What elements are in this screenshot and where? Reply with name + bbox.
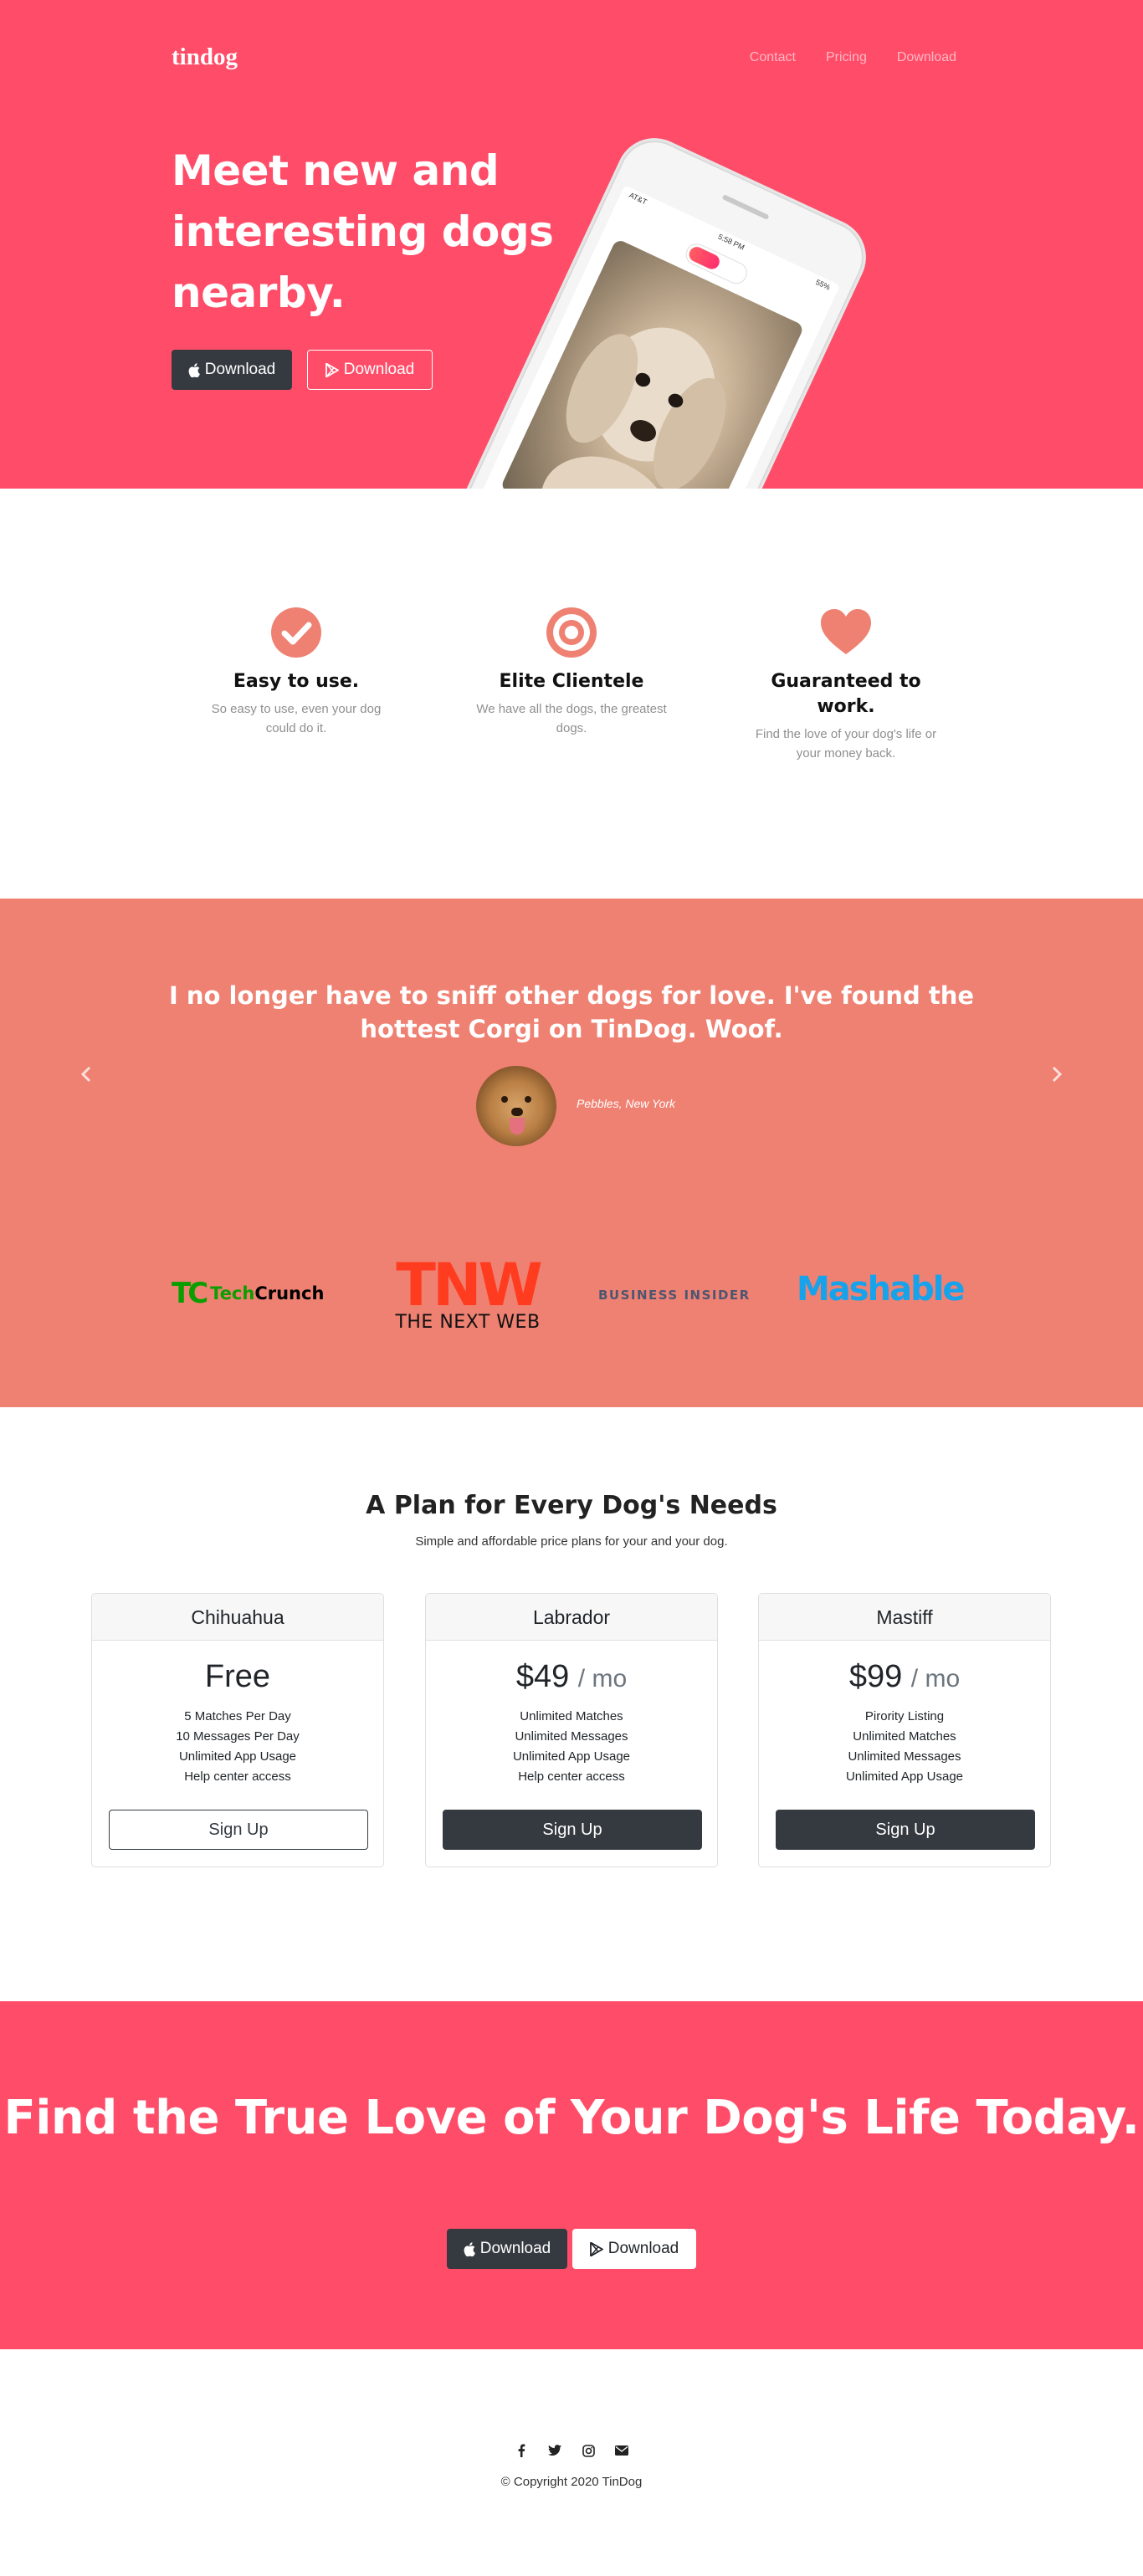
cta-section: Find the True Love of Your Dog's Life To… (0, 2001, 1143, 2349)
chevron-right-icon (1052, 1066, 1063, 1083)
business-insider-logo: BUSINESS INSIDER (598, 1288, 751, 1303)
plan-feature: 5 Matches Per Day (184, 1709, 291, 1723)
plan-feature: Help center access (518, 1769, 625, 1784)
carousel-next-button[interactable] (1044, 1058, 1069, 1091)
google-play-download-button[interactable]: Download (307, 350, 433, 390)
plan-feature: Unlimited Matches (520, 1709, 623, 1723)
phone-battery: 55% (814, 277, 832, 292)
tnw-logo: TNW THE NEXT WEB (395, 1251, 542, 1333)
social-links (0, 2443, 1143, 2458)
pricing-section: A Plan for Every Dog's Needs Simple and … (0, 1407, 1143, 2001)
plan-price: Free (204, 1659, 271, 1694)
plan-feature: Pirority Listing (864, 1709, 945, 1723)
title-section: tindog Contact Pricing Download Meet new… (0, 0, 1143, 489)
features-section: Easy to use. So easy to use, even your d… (0, 489, 1143, 899)
google-play-icon (325, 362, 339, 377)
cta-apple-download-label: Download (479, 2240, 551, 2257)
plan-feature: Unlimited App Usage (178, 1749, 297, 1764)
plan-name: Mastiff (759, 1594, 1050, 1641)
cta-apple-download-button[interactable]: Download (447, 2229, 567, 2269)
google-play-download-label: Download (343, 361, 415, 378)
sign-up-button[interactable]: Sign Up (776, 1810, 1035, 1850)
techcrunch-logo: TC TechCrunch (172, 1277, 325, 1310)
pricing-title: A Plan for Every Dog's Needs (366, 1491, 777, 1520)
twitter-icon[interactable] (547, 2443, 562, 2458)
plan-feature: Unlimited Messages (515, 1729, 628, 1744)
facebook-icon[interactable] (514, 2443, 529, 2458)
footer: © Copyright 2020 TinDog (0, 2349, 1143, 2576)
plan-price: $99 / mo (848, 1659, 961, 1694)
nav-link-pricing[interactable]: Pricing (826, 50, 867, 65)
plan-feature: Unlimited Messages (848, 1749, 961, 1764)
pricing-card-chihuahua: Chihuahua Free 5 Matches Per Day 10 Mess… (91, 1593, 384, 1867)
plan-feature: Unlimited Matches (853, 1729, 956, 1744)
feature-elite-clientele: Elite Clientele We have all the dogs, th… (471, 606, 672, 738)
testimonials-section: I no longer have to sniff other dogs for… (0, 899, 1143, 1407)
nav-link-download[interactable]: Download (897, 50, 956, 65)
plan-name: Chihuahua (92, 1594, 383, 1641)
feature-text: We have all the dogs, the greatest dogs. (476, 702, 667, 735)
apple-icon (188, 362, 200, 377)
brand-logo[interactable]: tindog (172, 44, 238, 71)
plan-feature: Unlimited App Usage (845, 1769, 964, 1784)
check-circle-icon (269, 606, 323, 659)
cta-heading: Find the True Love of Your Dog's Life To… (3, 2091, 1140, 2145)
pricing-subtitle: Simple and affordable price plans for yo… (415, 1534, 728, 1549)
sign-up-button[interactable]: Sign Up (109, 1810, 368, 1850)
plan-feature: Unlimited App Usage (512, 1749, 631, 1764)
plan-price: $49 / mo (515, 1659, 628, 1694)
apple-icon (464, 2241, 475, 2256)
feature-title: Guaranteed to work. (771, 671, 921, 717)
pricing-card-labrador: Labrador $49 / mo Unlimited Matches Unli… (425, 1593, 718, 1867)
dog-avatar (476, 1066, 556, 1146)
top-nav: Contact Pricing Download (750, 50, 956, 65)
instagram-icon[interactable] (581, 2443, 596, 2458)
feature-text: So easy to use, even your dog could do i… (211, 702, 382, 735)
plan-feature: Help center access (184, 1769, 291, 1784)
pricing-card-mastiff: Mastiff $99 / mo Pirority Listing Unlimi… (758, 1593, 1051, 1867)
copyright-text: © Copyright 2020 TinDog (500, 2475, 643, 2489)
heart-icon (819, 606, 873, 659)
feature-guaranteed: Guaranteed to work. Find the love of you… (746, 606, 946, 763)
sign-up-button[interactable]: Sign Up (443, 1810, 702, 1850)
plan-features: Pirority Listing Unlimited Matches Unlim… (759, 1707, 1050, 1787)
apple-download-label: Download (204, 361, 276, 378)
feature-text: Find the love of your dog's life or your… (755, 727, 937, 761)
feature-title: Easy to use. (233, 671, 360, 692)
testimonial-caption: Pebbles, New York (577, 1097, 676, 1110)
nav-link-contact[interactable]: Contact (750, 50, 796, 65)
cta-google-play-download-label: Download (607, 2240, 679, 2257)
feature-easy-to-use: Easy to use. So easy to use, even your d… (196, 606, 397, 738)
mashable-logo: Mashable (797, 1270, 966, 1308)
carousel-prev-button[interactable] (74, 1058, 99, 1091)
plan-features: Unlimited Matches Unlimited Messages Unl… (426, 1707, 717, 1787)
cta-google-play-download-button[interactable]: Download (572, 2229, 696, 2269)
testimonial-quote: I no longer have to sniff other dogs for… (168, 981, 975, 1043)
feature-title: Elite Clientele (499, 671, 644, 692)
plan-name: Labrador (426, 1594, 717, 1641)
plan-feature: 10 Messages Per Day (176, 1729, 300, 1744)
google-play-icon (589, 2241, 603, 2256)
envelope-icon[interactable] (614, 2443, 629, 2458)
bullseye-icon (545, 606, 598, 659)
hero-heading: Meet new and interesting dogs nearby. (172, 146, 554, 317)
apple-download-button[interactable]: Download (172, 350, 292, 390)
chevron-left-icon (80, 1066, 91, 1083)
plan-features: 5 Matches Per Day 10 Messages Per Day Un… (92, 1707, 383, 1787)
